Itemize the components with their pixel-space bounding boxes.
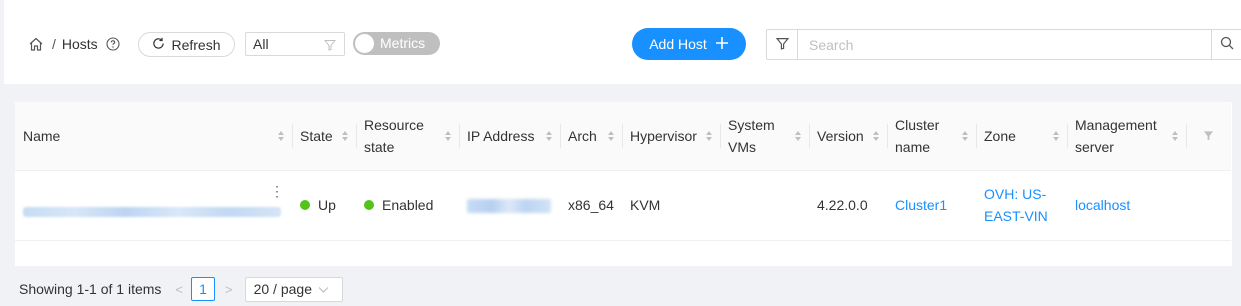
sort-icon [1053, 130, 1059, 141]
filler-cell [1186, 170, 1231, 241]
zone-cell: OVH: US-EAST-VIN [976, 170, 1067, 241]
funnel-icon [323, 38, 337, 51]
filter-select-value: All [253, 36, 269, 52]
breadcrumb: / Hosts [28, 35, 120, 53]
chevron-right-icon[interactable]: > [225, 282, 233, 297]
ip-address-cell [459, 170, 560, 241]
management-server-cell: localhost [1067, 170, 1186, 241]
breadcrumb-page: Hosts [61, 36, 98, 52]
toolbar: / Hosts Refresh All Metrics Add Host [4, 0, 1241, 84]
plus-icon [715, 36, 729, 53]
version-cell: 4.22.0.0 [809, 170, 887, 241]
help-icon[interactable] [106, 37, 120, 51]
column-filter-icon [1194, 130, 1223, 141]
add-host-label: Add Host [649, 36, 707, 52]
metrics-label: Metrics [380, 35, 426, 51]
column-header-arch[interactable]: Arch [560, 102, 622, 171]
column-header-state[interactable]: State [292, 102, 356, 171]
cluster-link[interactable]: Cluster1 [895, 197, 947, 213]
table-header: Name State Resource state IP Address Arc… [15, 102, 1231, 171]
refresh-button[interactable]: Refresh [138, 32, 235, 57]
column-header-zone[interactable]: Zone [976, 102, 1067, 171]
host-name-link-redacted[interactable] [23, 207, 281, 217]
add-host-button[interactable]: Add Host [632, 28, 746, 60]
host-name-cell[interactable] [15, 170, 292, 241]
toggle-knob [355, 34, 374, 53]
content-panel: Name State Resource state IP Address Arc… [4, 86, 1241, 306]
column-header-resource-state[interactable]: Resource state [356, 102, 459, 171]
table-row[interactable]: Up Enabled x86_64 KVM 4.22.0.0 Cluster1 … [15, 170, 1231, 241]
page-size-value: 20 / page [253, 281, 312, 297]
home-icon[interactable] [28, 35, 46, 53]
sort-icon [962, 130, 968, 141]
filter-select[interactable]: All [245, 32, 345, 56]
page-size-select[interactable]: 20 / page [244, 276, 343, 302]
sort-icon [706, 130, 712, 141]
chevron-left-icon[interactable]: < [175, 282, 183, 297]
status-enabled-dot [364, 200, 374, 211]
page-button-current[interactable]: 1 [191, 277, 215, 301]
cluster-cell: Cluster1 [887, 170, 976, 241]
more-actions-icon[interactable]: ⋮ [270, 184, 284, 198]
hypervisor-cell: KVM [622, 170, 720, 241]
sort-icon [342, 130, 348, 141]
hosts-table: Name State Resource state IP Address Arc… [15, 102, 1232, 266]
search-input[interactable] [799, 30, 1213, 59]
system-vms-cell [720, 170, 809, 241]
column-filter-header[interactable] [1186, 102, 1231, 171]
sort-icon [795, 130, 801, 141]
search-box [766, 29, 1241, 60]
state-cell: Up [292, 170, 356, 241]
search-filter-button[interactable] [767, 30, 798, 59]
management-server-link[interactable]: localhost [1075, 197, 1130, 213]
column-header-system-vms[interactable]: System VMs [720, 102, 809, 171]
funnel-icon [775, 37, 789, 53]
search-icon [1220, 36, 1234, 53]
pagination: Showing 1-1 of 1 items < 1 > 20 / page [19, 276, 343, 302]
sort-icon [546, 130, 552, 141]
breadcrumb-separator: / [52, 36, 56, 52]
refresh-icon [152, 37, 165, 53]
column-header-version[interactable]: Version [809, 102, 887, 171]
column-header-management-server[interactable]: Management server [1067, 102, 1186, 171]
pagination-summary: Showing 1-1 of 1 items [19, 281, 162, 297]
ip-address-redacted [467, 199, 551, 214]
search-button[interactable] [1211, 30, 1241, 59]
sort-icon [445, 130, 451, 141]
sort-icon [608, 130, 614, 141]
sort-icon [1172, 130, 1178, 141]
column-header-name[interactable]: Name [15, 102, 292, 171]
sort-icon [873, 130, 879, 141]
column-header-hypervisor[interactable]: Hypervisor [622, 102, 720, 171]
column-header-ip-address[interactable]: IP Address [459, 102, 560, 171]
sort-icon [278, 130, 284, 141]
resource-state-cell: Enabled [356, 170, 459, 241]
chevron-down-icon [318, 281, 329, 297]
metrics-toggle[interactable]: Metrics [353, 32, 440, 55]
status-up-dot [300, 200, 310, 211]
arch-cell: x86_64 [560, 170, 622, 241]
zone-link[interactable]: OVH: US-EAST-VIN [984, 186, 1048, 224]
refresh-label: Refresh [171, 36, 221, 53]
table-footer-row [15, 240, 1231, 264]
column-header-cluster-name[interactable]: Cluster name [887, 102, 976, 171]
